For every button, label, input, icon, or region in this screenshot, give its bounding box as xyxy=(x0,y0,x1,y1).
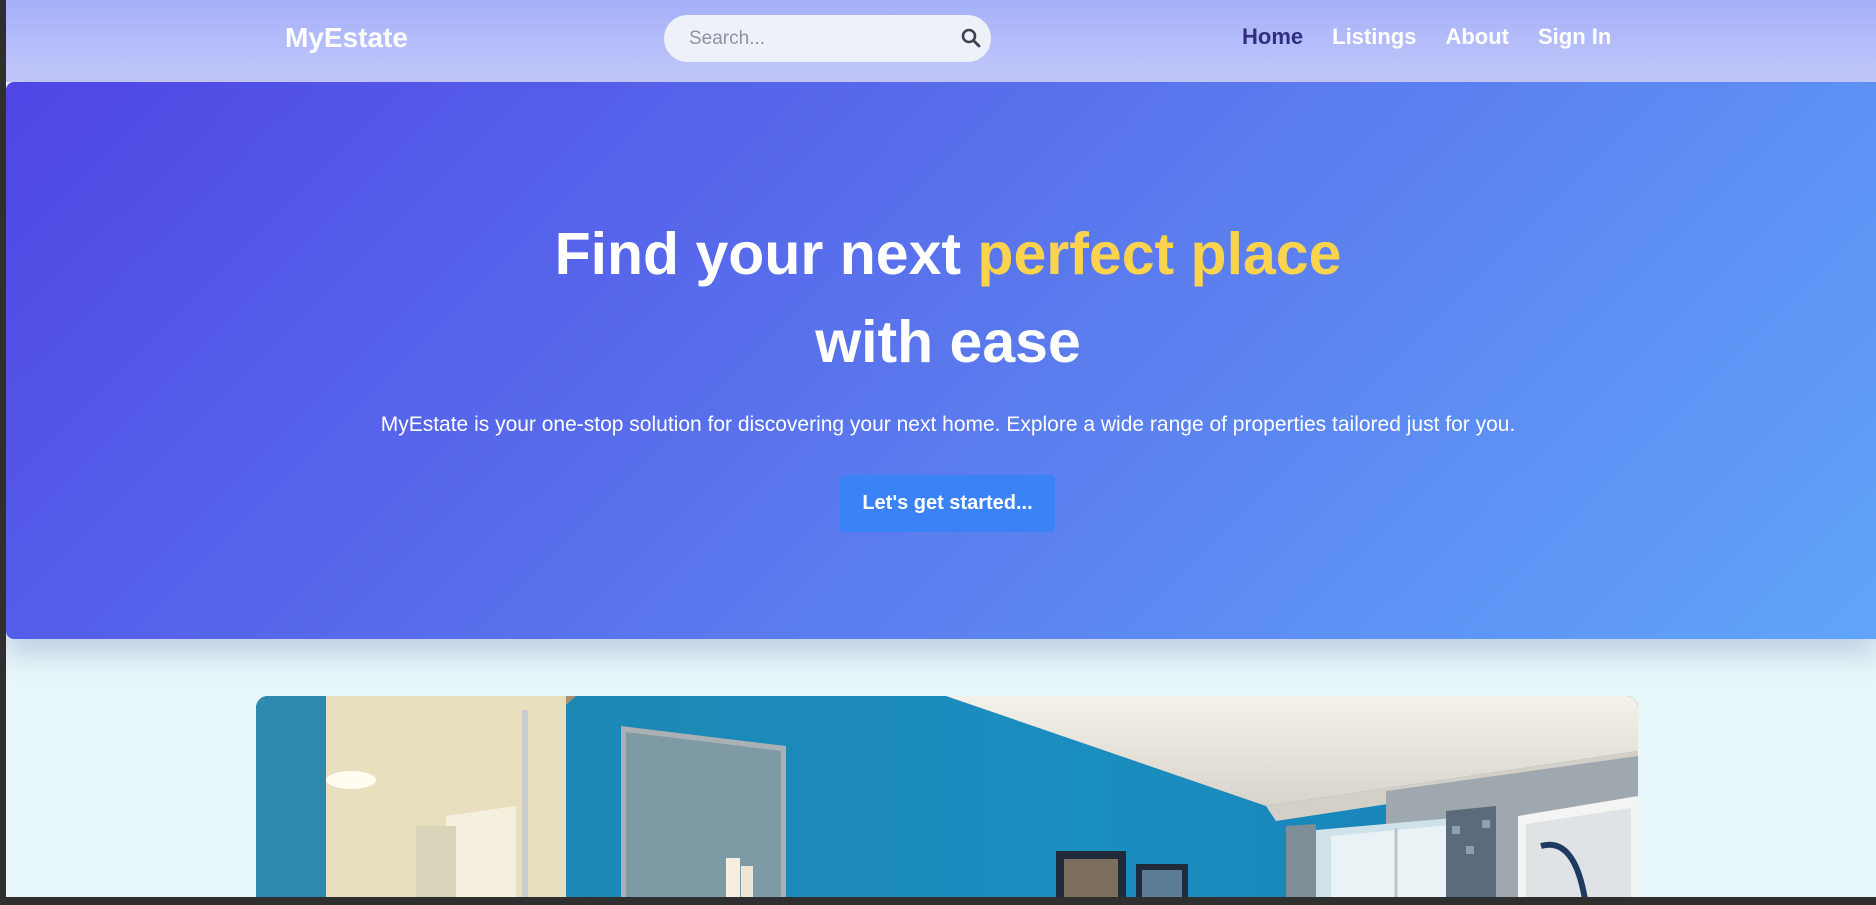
hero-title-highlight: perfect place xyxy=(977,221,1342,287)
nav-about[interactable]: About xyxy=(1445,24,1509,50)
featured-property-image xyxy=(256,696,1638,897)
room-photo-illustration xyxy=(256,696,1638,897)
search-bar xyxy=(664,15,991,62)
hero-section: Find your next perfect place with ease My… xyxy=(6,82,1876,639)
nav-sign-in[interactable]: Sign In xyxy=(1538,24,1611,50)
top-navbar: MyEstate Home Listings About Sign In xyxy=(6,0,1876,82)
get-started-button[interactable]: Let's get started... xyxy=(840,475,1055,532)
nav-home[interactable]: Home xyxy=(1242,24,1303,50)
main-nav: Home Listings About Sign In xyxy=(1242,24,1640,50)
search-icon[interactable] xyxy=(961,28,981,48)
search-input[interactable] xyxy=(689,27,939,50)
hero-title-part2: with ease xyxy=(815,309,1081,375)
hero-subtitle: MyEstate is your one-stop solution for d… xyxy=(380,413,1516,436)
site-logo[interactable]: MyEstate xyxy=(285,22,408,54)
page: MyEstate Home Listings About Sign In Fin… xyxy=(6,0,1876,897)
hero-title-part1: Find your next xyxy=(554,221,978,287)
nav-listings[interactable]: Listings xyxy=(1332,24,1416,50)
hero-title: Find your next perfect place with ease xyxy=(6,210,1876,386)
window-bottom-edge xyxy=(0,897,1876,905)
